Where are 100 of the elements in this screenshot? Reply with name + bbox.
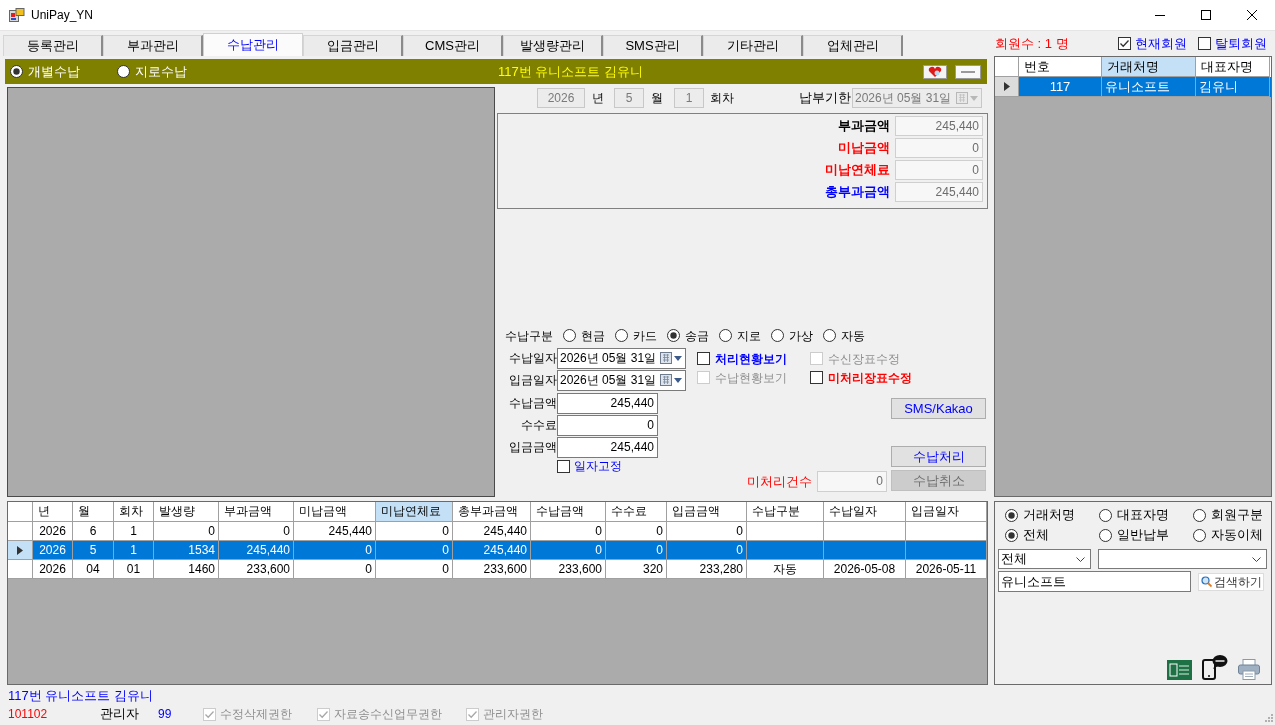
dropdown-caret-icon xyxy=(674,355,682,361)
chevron-down-icon xyxy=(1076,556,1085,562)
app-icon xyxy=(9,8,25,22)
checkbox[interactable] xyxy=(1118,37,1131,50)
column-header[interactable]: 미납금액 xyxy=(294,502,376,522)
tab[interactable]: 업체관리 xyxy=(803,35,903,56)
search-button[interactable]: 검색하기 xyxy=(1198,572,1264,591)
column-header[interactable]: 부과금액 xyxy=(219,502,294,522)
checkbox[interactable] xyxy=(557,459,570,473)
payment-type-label: 수납구분 xyxy=(505,327,554,345)
checkbox-label: 현재회원 xyxy=(1135,34,1187,53)
table-cell: 04 xyxy=(73,560,114,579)
checkbox[interactable] xyxy=(697,352,710,365)
radio-button[interactable] xyxy=(823,329,836,342)
category-dropdown[interactable]: 전체 xyxy=(998,549,1091,569)
column-header[interactable]: 총부과금액 xyxy=(453,502,531,522)
radio-button[interactable] xyxy=(10,65,23,78)
column-header[interactable]: 월 xyxy=(73,502,114,522)
amount-field[interactable]: 0 xyxy=(557,414,658,436)
dropdown[interactable] xyxy=(1098,549,1267,569)
checkbox-label: 탈퇴회원 xyxy=(1215,34,1267,53)
spreadsheet-icon[interactable] xyxy=(1167,660,1192,680)
sms-kakao-button[interactable]: SMS/Kakao xyxy=(891,398,986,419)
column-header[interactable]: 수납일자 xyxy=(824,502,906,522)
checkbox[interactable] xyxy=(810,371,823,384)
checkbox-label: 처리현황보기 xyxy=(715,350,787,368)
table-cell: 자동 xyxy=(747,560,824,579)
pending-count-label: 미처리건수 xyxy=(747,472,813,491)
table-row[interactable]: 2026 5 1 1534 245,440 0 0 245,440 0 0 0 xyxy=(8,541,987,560)
column-header[interactable]: 미납연체료 xyxy=(376,502,453,522)
due-label: 납부기한 xyxy=(799,89,852,108)
column-header[interactable]: 입금금액 xyxy=(667,502,747,522)
radio-button[interactable] xyxy=(117,65,130,78)
column-header[interactable]: 수수료 xyxy=(606,502,667,522)
resize-grip-icon[interactable] xyxy=(1264,713,1273,722)
amount-field[interactable]: 245,440 xyxy=(557,436,658,458)
row-pointer-icon xyxy=(1003,82,1010,91)
tab[interactable]: 발생량관리 xyxy=(503,35,603,56)
radio-button[interactable] xyxy=(667,329,680,342)
radio-button[interactable] xyxy=(1099,528,1112,542)
calendar-icon xyxy=(660,352,672,364)
column-header[interactable]: 수납금액 xyxy=(531,502,606,522)
column-header[interactable]: 발생량 xyxy=(154,502,219,522)
client-title: 117번 유니소프트 김유니 xyxy=(498,62,643,81)
radio-button[interactable] xyxy=(771,329,784,342)
amount-field[interactable]: 245,440 xyxy=(557,392,658,414)
printer-icon[interactable] xyxy=(1238,659,1260,680)
column-header[interactable]: 거래처명 xyxy=(1102,57,1196,77)
table-cell: 320 xyxy=(606,560,667,579)
radio-button[interactable] xyxy=(719,329,732,342)
radio-button[interactable] xyxy=(1099,508,1112,522)
process-button[interactable]: 수납처리 xyxy=(891,446,986,467)
summary-label: 총부과금액 xyxy=(825,183,891,202)
radio-label: 가상 xyxy=(789,327,813,345)
radio-button[interactable] xyxy=(1005,508,1018,522)
column-header[interactable]: 대표자명 xyxy=(1196,57,1270,77)
tab[interactable]: 입금관리 xyxy=(303,35,403,56)
search-field[interactable]: 유니소프트 xyxy=(998,571,1191,592)
radio-button[interactable] xyxy=(1193,528,1206,542)
column-header[interactable]: 수납구분 xyxy=(747,502,824,522)
tab[interactable]: CMS관리 xyxy=(403,35,503,56)
checkbox[interactable] xyxy=(1198,37,1211,50)
checkbox-label: 수신장표수정 xyxy=(828,350,900,368)
radio-button[interactable] xyxy=(1193,508,1206,522)
table-cell: 2026-05-08 xyxy=(824,560,906,579)
label-icon[interactable] xyxy=(955,64,981,79)
tab[interactable]: 기타관리 xyxy=(703,35,803,56)
table-row[interactable]: 117 유니소프트 김유니 xyxy=(995,77,1271,97)
column-header[interactable]: 년 xyxy=(33,502,73,522)
tab[interactable]: SMS관리 xyxy=(603,35,703,56)
date-picker[interactable]: 2026년 05월 31일 xyxy=(557,347,686,369)
radio-label: 거래처명 xyxy=(1023,506,1075,525)
column-header[interactable]: 입금일자 xyxy=(906,502,987,522)
field-label: 수납일자 xyxy=(508,350,557,367)
radio-button[interactable] xyxy=(615,329,628,342)
table-row[interactable]: 2026 04 01 1460 233,600 0 0 233,600 233,600 320 233,280 자동 2026-05-08 2026-05-11 xyxy=(8,560,987,579)
checkbox-label: 관리자권한 xyxy=(483,706,543,723)
tab[interactable]: 수납관리 xyxy=(203,33,303,56)
column-header[interactable]: 회차 xyxy=(114,502,154,522)
calendar-icon xyxy=(956,92,968,104)
field-label: 수납금액 xyxy=(508,395,557,412)
field-label: 입금일자 xyxy=(508,372,557,389)
radio-label: 지로 xyxy=(737,327,761,345)
radio-label: 전체 xyxy=(1023,526,1049,545)
table-row[interactable]: 2026 6 1 0 0 245,440 0 245,440 0 0 0 xyxy=(8,522,987,541)
table-cell: 유니소프트 xyxy=(1102,77,1196,97)
radio-label: 대표자명 xyxy=(1117,506,1169,525)
status-client: 117번 유니소프트 김유니 xyxy=(8,687,154,705)
tab[interactable]: 등록관리 xyxy=(3,35,103,56)
close-icon xyxy=(1247,10,1257,20)
date-picker[interactable]: 2026년 05월 31일 xyxy=(557,369,686,391)
column-header[interactable]: 번호 xyxy=(1019,57,1102,77)
summary-value: 245,440 xyxy=(895,182,983,202)
phone-message-icon[interactable] xyxy=(1202,654,1228,680)
summary-value: 0 xyxy=(895,160,983,180)
tab[interactable]: 부과관리 xyxy=(103,35,203,56)
radio-button[interactable] xyxy=(563,329,576,342)
radio-button[interactable] xyxy=(1005,528,1018,542)
checkbox-label: 자료송수신업무권한 xyxy=(334,706,442,723)
user-code: 101102 xyxy=(8,706,49,723)
